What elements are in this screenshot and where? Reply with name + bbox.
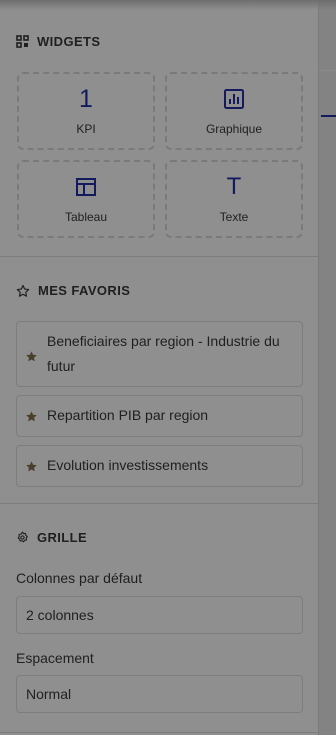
header-divider — [319, 70, 336, 71]
favorites-section-title: MES FAVORIS — [16, 283, 130, 298]
spacing-select[interactable]: Normal — [16, 675, 303, 713]
grid-title: GRILLE — [37, 530, 88, 545]
top-shadow — [0, 0, 336, 10]
favorite-item[interactable]: Evolution investissements — [16, 445, 303, 487]
section-divider — [0, 256, 319, 257]
text-icon: T — [226, 173, 242, 200]
star-filled-icon — [25, 410, 39, 428]
favorite-label: Repartition PIB par region — [47, 407, 209, 423]
widget-label: KPI — [76, 122, 96, 136]
columns-select[interactable]: 2 colonnes — [16, 596, 303, 634]
bar-chart-icon — [223, 86, 245, 112]
gear-icon — [16, 531, 29, 544]
sidebar-panel: WIDGETS 1 KPI Graphique Tableau T Texte … — [0, 0, 319, 735]
widget-label: Graphique — [205, 122, 263, 136]
star-filled-icon — [25, 460, 39, 478]
number-one-icon: 1 — [79, 85, 93, 113]
star-filled-icon — [25, 350, 39, 368]
favorite-item[interactable]: Repartition PIB par region — [16, 395, 303, 437]
section-divider — [0, 732, 319, 733]
table-icon — [75, 174, 97, 200]
widgets-title: WIDGETS — [37, 34, 101, 49]
favorite-item[interactable]: Beneficiaires par region - Industrie du … — [16, 321, 303, 387]
widget-texte[interactable]: T Texte — [165, 160, 303, 238]
widget-label: Texte — [219, 210, 249, 224]
widget-graphique[interactable]: Graphique — [165, 72, 303, 150]
widgets-section-title: WIDGETS — [16, 34, 100, 49]
section-divider — [0, 503, 319, 504]
favorite-label: Beneficiaires par region - Industrie du … — [47, 333, 280, 374]
spacing-label: Espacement — [16, 650, 94, 666]
favorites-title: MES FAVORIS — [38, 283, 131, 298]
grid-section-title: GRILLE — [16, 530, 87, 545]
widget-kpi[interactable]: 1 KPI — [17, 72, 155, 150]
main-content-edge — [319, 0, 336, 735]
widget-tableau[interactable]: Tableau — [17, 160, 155, 238]
widgets-grid-icon — [16, 35, 29, 48]
widget-label: Tableau — [64, 210, 108, 224]
active-tab-indicator — [321, 115, 336, 117]
favorite-label: Evolution investissements — [47, 457, 209, 473]
columns-label: Colonnes par défaut — [16, 570, 143, 586]
star-outline-icon — [16, 284, 30, 298]
